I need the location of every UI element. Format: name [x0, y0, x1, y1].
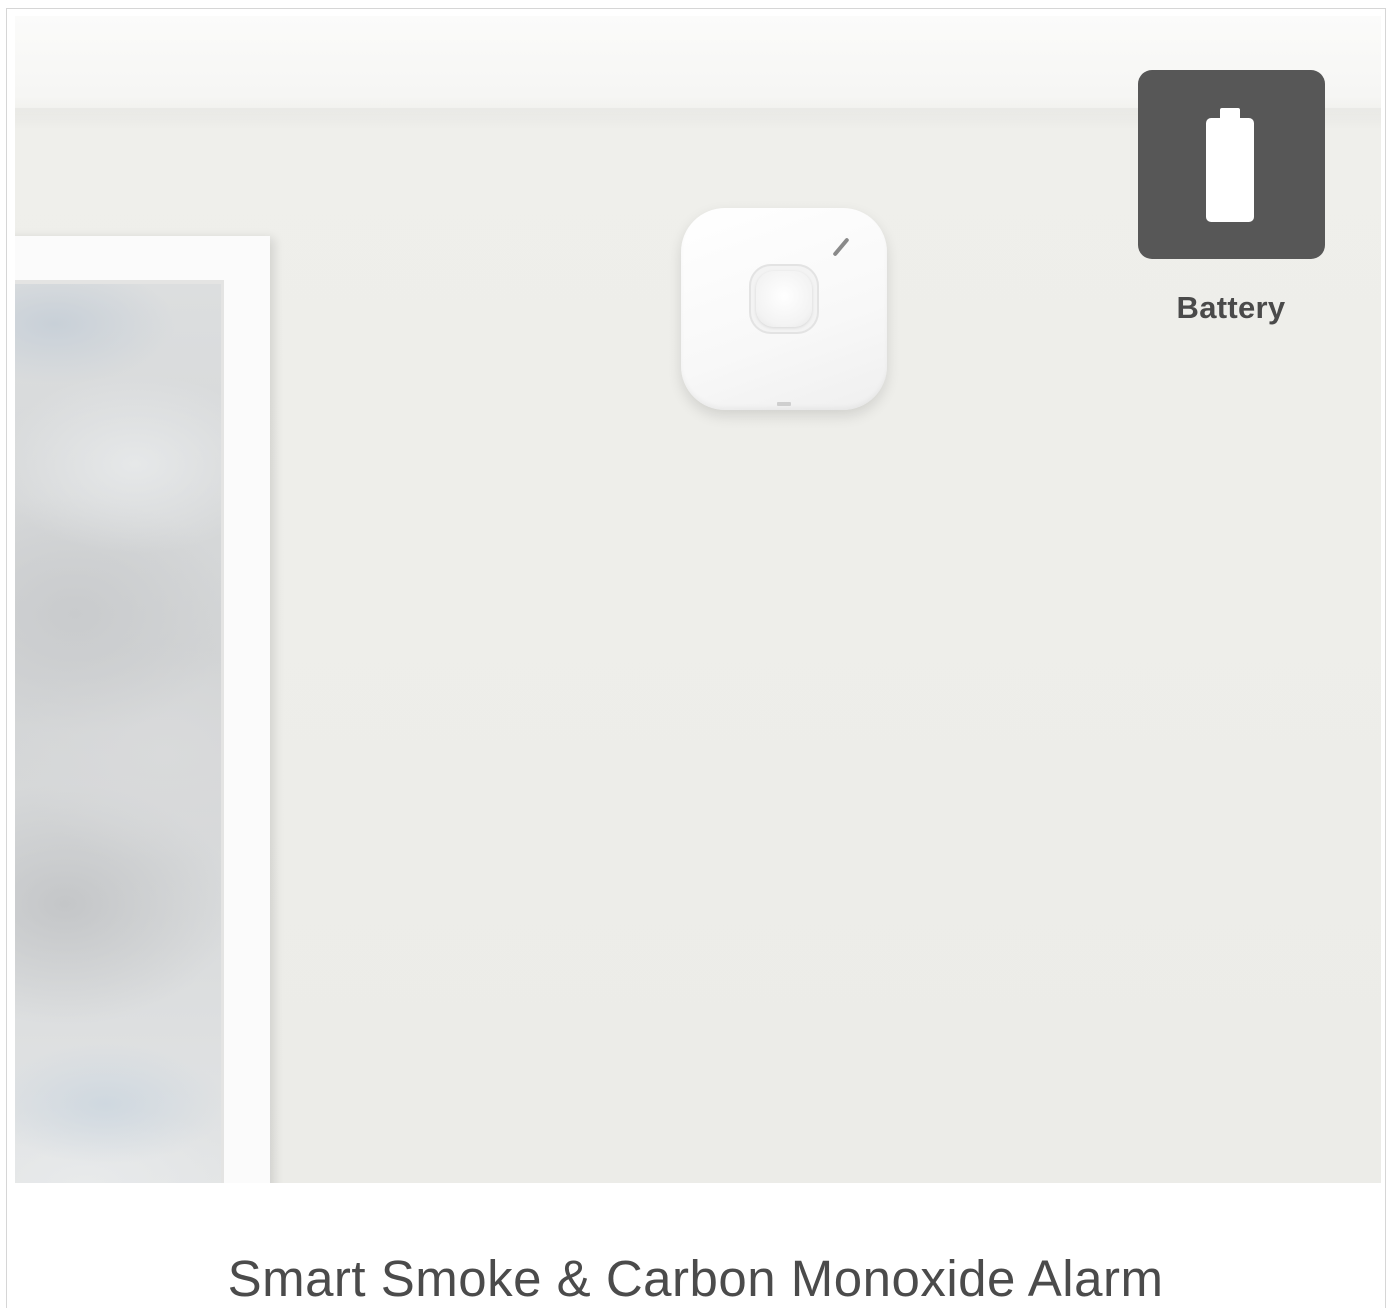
smoke-detector	[681, 208, 887, 410]
detector-indicator-slot	[832, 237, 850, 257]
picture-frame	[15, 236, 270, 1183]
battery-label: Battery	[1176, 290, 1286, 325]
detector-logo	[777, 402, 791, 406]
battery-badge	[1138, 70, 1325, 259]
watercolor-artwork	[15, 284, 221, 1183]
battery-icon	[1206, 108, 1254, 222]
product-title: Smart Smoke & Carbon Monoxide Alarm	[227, 1250, 1164, 1307]
detector-button-ring	[749, 264, 819, 334]
detector-test-button	[756, 271, 812, 327]
